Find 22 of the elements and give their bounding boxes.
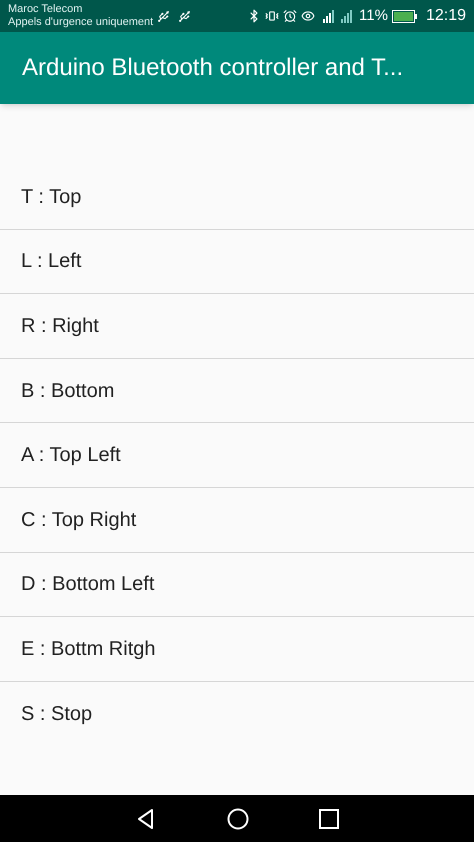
command-item[interactable]: A : Top Left <box>0 423 474 488</box>
command-item[interactable]: D : Bottom Left <box>0 552 474 618</box>
command-item[interactable]: T : Top <box>0 165 474 230</box>
vibrate-icon <box>265 9 280 23</box>
carrier-name: Maroc Telecom <box>8 3 84 16</box>
home-icon[interactable] <box>227 808 249 830</box>
command-item[interactable]: L : Left <box>0 230 474 294</box>
command-item[interactable]: E : Bottm Ritgh <box>0 617 474 682</box>
command-item[interactable]: R : Right <box>0 294 474 359</box>
battery-percent: 11% <box>359 6 388 26</box>
clock-time: 12:19 <box>426 6 466 26</box>
command-item[interactable]: C : Top Right <box>0 488 474 553</box>
eye-icon <box>301 9 316 23</box>
command-item[interactable]: S : Stop <box>0 682 474 746</box>
alarm-icon <box>283 9 298 23</box>
command-item[interactable]: B : Bottom <box>0 358 474 424</box>
usb-icon <box>157 10 170 22</box>
app-title: Arduino Bluetooth controller and T... <box>22 53 404 83</box>
battery-icon <box>392 10 418 22</box>
recents-icon[interactable] <box>319 808 339 828</box>
usb-icon <box>178 10 192 22</box>
emergency-text: Appels d'urgence uniquement <box>8 16 154 29</box>
